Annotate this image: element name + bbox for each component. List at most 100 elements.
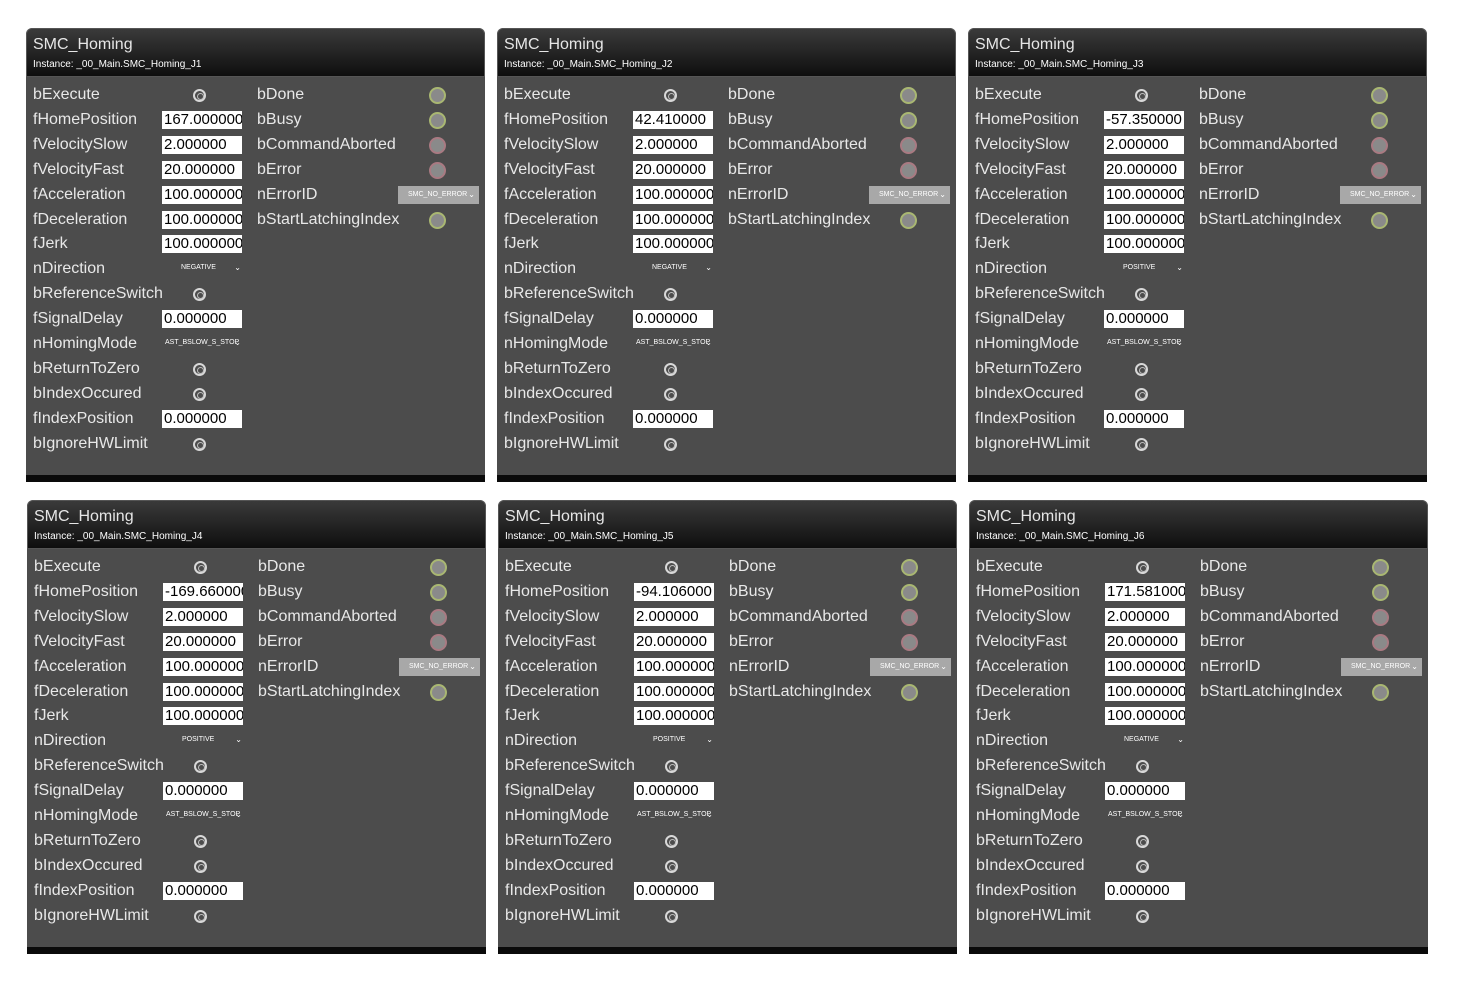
f-index-position-input[interactable]: 0.000000 [633,409,713,428]
f-jerk-input[interactable]: 100.000000 [634,707,714,726]
b-reference-switch-radio[interactable] [193,288,206,302]
f-signal-delay-input[interactable]: 0.000000 [1104,310,1184,329]
b-execute-radio[interactable] [665,561,678,574]
n-homing-mode-label: nHomingMode [33,335,138,352]
b-return-to-zero-radio[interactable] [1136,834,1149,848]
f-signal-delay-input[interactable]: 0.000000 [634,782,714,801]
f-velocity-slow-input[interactable]: 2.000000 [162,135,242,154]
n-direction-select[interactable]: NEGATIVE ⌄ [181,262,241,274]
f-velocity-slow-input[interactable]: 2.000000 [1105,607,1185,626]
error-id-select[interactable]: SMC_NO_ERROR ⌄ [869,185,950,204]
f-index-position-input[interactable]: 0.000000 [162,409,242,428]
b-execute-radio[interactable] [194,561,207,574]
f-jerk-input[interactable]: 100.000000 [163,707,243,726]
f-jerk-input[interactable]: 100.000000 [162,235,242,254]
f-index-position-input[interactable]: 0.000000 [1104,409,1184,428]
f-acceleration-input[interactable]: 100.000000 [162,185,242,204]
error-id-select[interactable]: SMC_NO_ERROR ⌄ [399,657,480,676]
chevron-down-icon: ⌄ [1411,661,1418,671]
b-ignore-hwlimit-radio[interactable] [194,909,207,923]
f-acceleration-input[interactable]: 100.000000 [633,185,713,204]
n-direction-select[interactable]: POSITIVE ⌄ [1123,262,1183,274]
n-direction-select[interactable]: NEGATIVE ⌄ [652,262,712,274]
b-return-to-zero-radio[interactable] [1135,362,1148,376]
f-home-position-input[interactable]: 167.000000 [162,110,242,129]
n-direction-select[interactable]: POSITIVE ⌄ [182,734,242,746]
f-velocity-fast-input[interactable]: 20.000000 [1104,160,1184,179]
n-homing-mode-select[interactable]: AST_BSLOW_S_STOP ⌄ [636,337,712,349]
error-id-select[interactable]: SMC_NO_ERROR ⌄ [398,185,479,204]
f-velocity-slow-input[interactable]: 2.000000 [1104,135,1184,154]
b-execute-radio[interactable] [1135,89,1148,102]
b-ignore-hwlimit-radio[interactable] [1136,909,1149,923]
f-velocity-slow-input[interactable]: 2.000000 [163,607,243,626]
error-id-select[interactable]: SMC_NO_ERROR ⌄ [1340,185,1421,204]
n-homing-mode-select[interactable]: AST_BSLOW_S_STOP ⌄ [637,809,713,821]
b-reference-switch-radio[interactable] [665,760,678,774]
f-home-position-input[interactable]: -57.350000 [1104,110,1184,129]
f-jerk-input[interactable]: 100.000000 [1104,235,1184,254]
f-acceleration-input[interactable]: 100.000000 [1104,185,1184,204]
b-return-to-zero-radio[interactable] [665,834,678,848]
b-index-occured-radio[interactable] [1135,387,1148,401]
f-index-position-input[interactable]: 0.000000 [634,881,714,900]
b-reference-switch-radio[interactable] [194,760,207,774]
f-home-position-input[interactable]: -169.660000 [163,582,243,601]
error-id-select[interactable]: SMC_NO_ERROR ⌄ [1341,657,1422,676]
f-velocity-slow-input[interactable]: 2.000000 [633,135,713,154]
f-deceleration-input[interactable]: 100.000000 [1105,682,1185,701]
b-index-occured-radio[interactable] [194,859,207,873]
b-execute-radio[interactable] [664,89,677,102]
b-ignore-hwlimit-radio[interactable] [665,909,678,923]
f-jerk-input[interactable]: 100.000000 [1105,707,1185,726]
b-reference-switch-radio[interactable] [1135,288,1148,302]
b-index-occured-radio[interactable] [664,387,677,401]
b-ignore-hwlimit-radio[interactable] [664,437,677,451]
b-index-occured-radio[interactable] [665,859,678,873]
n-homing-mode-select[interactable]: AST_BSLOW_S_STOP ⌄ [166,809,242,821]
f-acceleration-input[interactable]: 100.000000 [634,657,714,676]
f-signal-delay-input[interactable]: 0.000000 [1105,782,1185,801]
f-velocity-fast-input[interactable]: 20.000000 [163,632,243,651]
f-deceleration-input[interactable]: 100.000000 [1104,210,1184,229]
f-acceleration-input[interactable]: 100.000000 [163,657,243,676]
error-id-select[interactable]: SMC_NO_ERROR ⌄ [870,657,951,676]
n-direction-select[interactable]: NEGATIVE ⌄ [1124,734,1184,746]
b-reference-switch-label: bReferenceSwitch [504,285,634,303]
f-jerk-input[interactable]: 100.000000 [633,235,713,254]
b-execute-radio[interactable] [193,89,206,102]
b-index-occured-radio[interactable] [193,387,206,401]
f-deceleration-input[interactable]: 100.000000 [162,210,242,229]
f-velocity-fast-input[interactable]: 20.000000 [633,160,713,179]
f-acceleration-input[interactable]: 100.000000 [1105,657,1185,676]
f-signal-delay-input[interactable]: 0.000000 [163,782,243,801]
b-done-label: bDone [1200,558,1248,575]
f-velocity-fast-input[interactable]: 20.000000 [634,632,714,651]
b-index-occured-radio[interactable] [1136,859,1149,873]
n-homing-mode-select[interactable]: AST_BSLOW_S_STOP ⌄ [1107,337,1183,349]
f-home-position-input[interactable]: 171.581000 [1105,582,1185,601]
b-reference-switch-radio[interactable] [1136,760,1149,774]
f-home-position-input[interactable]: 42.410000 [633,110,713,129]
f-deceleration-input[interactable]: 100.000000 [633,210,713,229]
n-direction-select[interactable]: POSITIVE ⌄ [653,734,713,746]
f-velocity-fast-input[interactable]: 20.000000 [1105,632,1185,651]
f-home-position-input[interactable]: -94.106000 [634,582,714,601]
b-return-to-zero-radio[interactable] [194,834,207,848]
b-return-to-zero-radio[interactable] [193,362,206,376]
f-deceleration-input[interactable]: 100.000000 [634,682,714,701]
n-homing-mode-select[interactable]: AST_BSLOW_S_STOP ⌄ [165,337,241,349]
b-return-to-zero-radio[interactable] [664,362,677,376]
f-velocity-slow-input[interactable]: 2.000000 [634,607,714,626]
b-execute-radio[interactable] [1136,561,1149,574]
f-signal-delay-input[interactable]: 0.000000 [633,310,713,329]
f-velocity-fast-input[interactable]: 20.000000 [162,160,242,179]
b-ignore-hwlimit-radio[interactable] [1135,437,1148,451]
f-index-position-input[interactable]: 0.000000 [163,881,243,900]
f-signal-delay-input[interactable]: 0.000000 [162,310,242,329]
b-reference-switch-radio[interactable] [664,288,677,302]
b-ignore-hwlimit-radio[interactable] [193,437,206,451]
f-index-position-input[interactable]: 0.000000 [1105,881,1185,900]
n-homing-mode-select[interactable]: AST_BSLOW_S_STOP ⌄ [1108,809,1184,821]
f-deceleration-input[interactable]: 100.000000 [163,682,243,701]
